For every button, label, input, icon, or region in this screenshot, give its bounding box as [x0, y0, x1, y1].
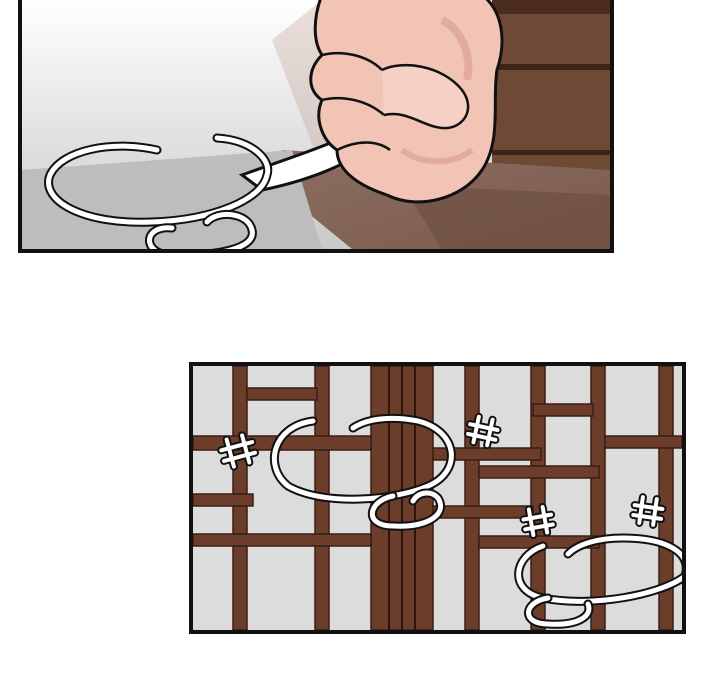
comic-panel-top [18, 0, 614, 253]
top-panel-artwork [22, 0, 610, 249]
comic-panel-bottom [189, 362, 686, 634]
bottom-panel-artwork [193, 366, 682, 630]
